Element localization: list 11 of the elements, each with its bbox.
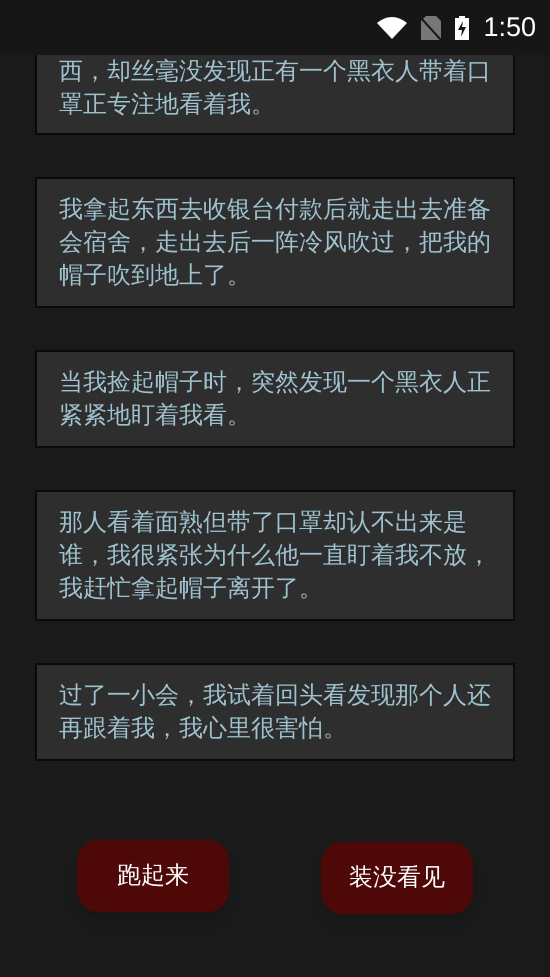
story-text: 西，却丝毫没发现正有一个黑衣人带着口罩正专注地看着我。 xyxy=(59,57,491,120)
no-sim-icon xyxy=(421,16,442,40)
choice-button[interactable]: 装没看见 xyxy=(321,842,473,914)
story-text: 过了一小会，我试着回头看发现那个人还再跟着我，我心里很害怕。 xyxy=(59,681,491,744)
wifi-icon xyxy=(377,16,408,38)
clock-time: 1:50 xyxy=(483,11,536,44)
story-text: 那人看着面熟但带了口罩却认不出来是谁，我很紧张为什么他一直盯着我不放，我赶忙拿起帽子离开了。 xyxy=(59,508,491,604)
story-text: 当我捡起帽子时，突然发现一个黑衣人正紧紧地盯着我看。 xyxy=(59,368,491,431)
choice-button[interactable]: 跑起来 xyxy=(77,840,229,912)
story-text: 我拿起东西去收银台付款后就走出去准备会宿舍，走出去后一阵冷风吹过，把我的帽子吹到地上了。 xyxy=(59,195,491,291)
battery-charging-icon xyxy=(455,16,470,40)
